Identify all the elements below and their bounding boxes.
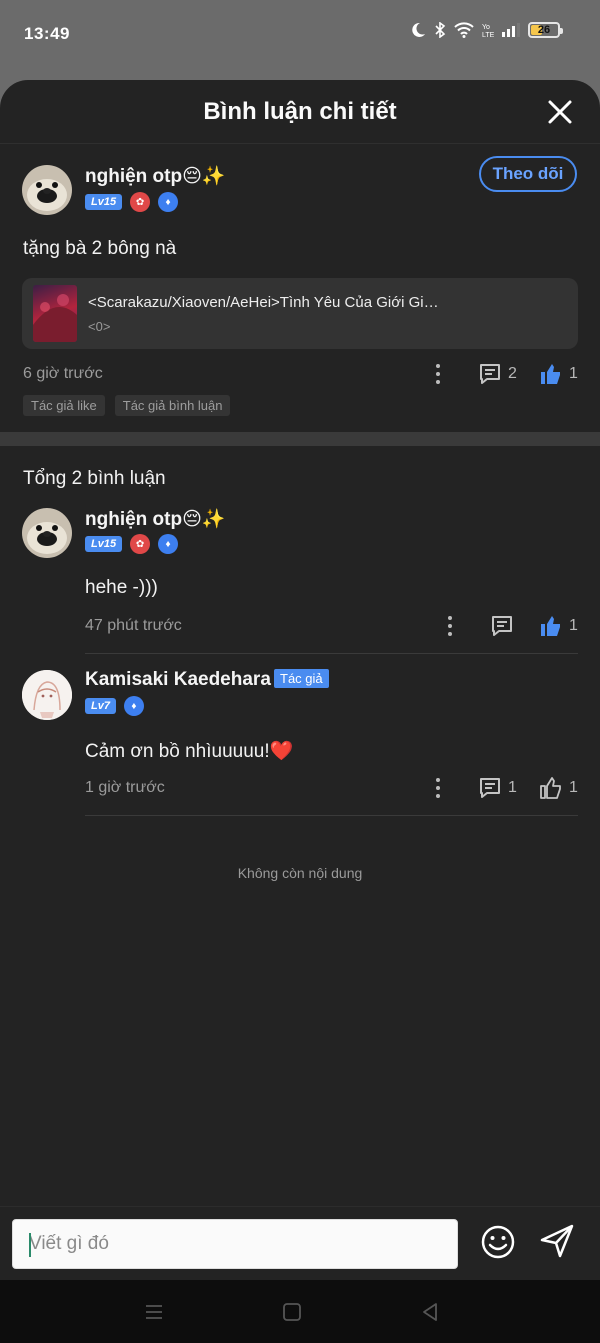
book-subtitle: <0> xyxy=(88,319,111,334)
tag-list: Tác giả like Tác giả bình luận xyxy=(23,395,231,416)
like-button[interactable]: 1 xyxy=(539,362,578,386)
thumbs-up-filled-icon xyxy=(541,616,560,636)
more-options-icon[interactable] xyxy=(435,364,441,386)
user-badges: Lv7 ♦ xyxy=(85,696,144,716)
thumbs-up-outline-icon xyxy=(540,777,561,799)
moon-icon xyxy=(412,22,425,37)
home-icon[interactable] xyxy=(280,1300,304,1324)
comment-icon xyxy=(480,778,500,798)
like-button[interactable]: 1 xyxy=(539,776,578,800)
medal-icon: ✿ xyxy=(130,192,151,212)
divider xyxy=(85,815,578,816)
book-cover-image xyxy=(33,285,77,342)
level-badge: Lv15 xyxy=(85,536,123,552)
comment-input-box[interactable] xyxy=(12,1219,458,1269)
username[interactable]: Kamisaki Kaedehara xyxy=(85,669,271,691)
replies-count-heading: Tổng 2 bình luận xyxy=(23,468,166,489)
avatar[interactable] xyxy=(22,508,72,558)
signal-icon xyxy=(502,23,520,37)
mic-icon: ♦ xyxy=(123,696,144,716)
reply-time: 1 giờ trước xyxy=(85,779,165,796)
book-card[interactable]: <Scarakazu/Xiaoven/AeHei>Tình Yêu Của Gi… xyxy=(22,278,578,349)
like-count: 1 xyxy=(569,779,578,796)
user-badges: Lv15 ✿ ♦ xyxy=(85,192,179,212)
more-options-icon[interactable] xyxy=(447,616,453,638)
reply-button[interactable]: 1 xyxy=(478,776,517,800)
status-time: 13:49 xyxy=(24,24,70,43)
sheet-header: Bình luận chi tiết xyxy=(0,80,600,144)
like-button[interactable]: 1 xyxy=(539,614,578,638)
status-bar: 13:49 Yo LTE 26 xyxy=(0,0,600,70)
end-of-list-text: Không còn nội dung xyxy=(237,865,363,881)
username[interactable]: nghiện otp😔✨ xyxy=(85,507,226,531)
level-badge: Lv15 xyxy=(85,194,123,210)
like-count: 1 xyxy=(569,617,578,634)
like-count: 1 xyxy=(569,365,578,382)
close-icon[interactable] xyxy=(546,98,574,126)
status-icons: Yo LTE 26 xyxy=(410,22,563,38)
back-icon[interactable] xyxy=(418,1300,442,1324)
avatar[interactable] xyxy=(22,670,72,720)
tag-author-comment: Tác giả bình luận xyxy=(114,395,231,416)
battery-level: 26 xyxy=(537,24,551,36)
username[interactable]: nghiện otp😔✨ xyxy=(85,164,226,188)
wifi-icon xyxy=(454,22,474,38)
comment-icon xyxy=(480,364,500,384)
menu-icon[interactable] xyxy=(142,1300,166,1324)
comment-time: 6 giờ trước xyxy=(23,365,103,382)
thumbs-up-filled-icon xyxy=(541,364,560,384)
svg-text:LTE: LTE xyxy=(482,32,494,38)
reply-count: 1 xyxy=(508,779,517,796)
system-nav-bar xyxy=(0,1280,600,1343)
level-badge: Lv7 xyxy=(85,698,116,714)
volte-icon: YoLTE xyxy=(482,24,494,38)
comment-detail-sheet: Bình luận chi tiết nghiện otp😔✨ Lv15 ✿ ♦… xyxy=(0,80,600,1280)
send-icon[interactable] xyxy=(538,1222,576,1260)
mic-icon: ♦ xyxy=(158,534,179,554)
comment-input[interactable] xyxy=(13,1220,457,1268)
author-badge: Tác giả xyxy=(274,669,329,688)
battery-icon: 26 xyxy=(528,22,563,38)
reply-button[interactable] xyxy=(490,614,520,638)
section-separator xyxy=(0,432,600,446)
reply-time: 47 phút trước xyxy=(85,617,182,634)
avatar[interactable] xyxy=(22,165,72,215)
page-title: Bình luận chi tiết xyxy=(203,98,397,125)
follow-button[interactable]: Theo dõi xyxy=(479,156,577,192)
divider xyxy=(85,653,578,654)
bluetooth-icon xyxy=(435,22,446,38)
more-options-icon[interactable] xyxy=(435,778,441,800)
mic-icon: ♦ xyxy=(158,192,179,212)
emoji-icon[interactable] xyxy=(480,1224,516,1260)
reply-count: 2 xyxy=(508,365,517,382)
reply-button[interactable]: 2 xyxy=(478,362,517,386)
user-badges: Lv15 ✿ ♦ xyxy=(85,534,179,554)
reply-text: Cảm ơn bồ nhìuuuuu!❤️ xyxy=(85,741,294,762)
medal-icon: ✿ xyxy=(130,534,151,554)
tag-author-like: Tác giả like xyxy=(23,395,105,416)
svg-text:Yo: Yo xyxy=(482,24,490,31)
reply-text: hehe -))) xyxy=(85,577,158,598)
comment-composer xyxy=(0,1206,600,1280)
comment-text: tặng bà 2 bông nà xyxy=(23,238,177,259)
text-caret xyxy=(29,1233,31,1257)
book-title: <Scarakazu/Xiaoven/AeHei>Tình Yêu Của Gi… xyxy=(88,294,439,311)
comment-icon xyxy=(492,616,512,636)
